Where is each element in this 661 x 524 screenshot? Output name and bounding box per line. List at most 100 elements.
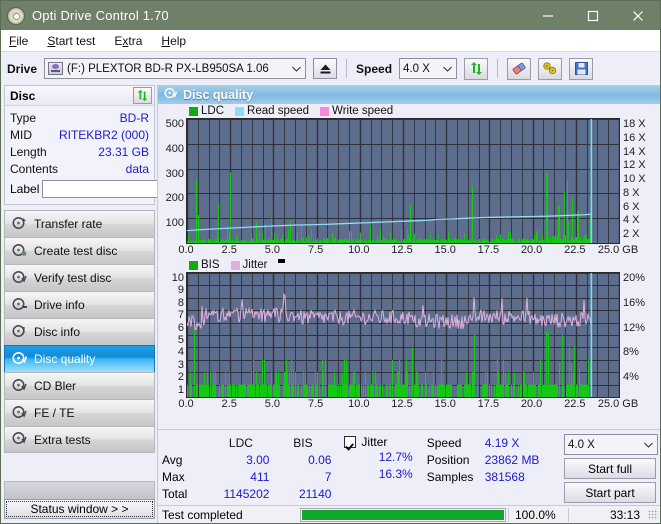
axis-tick-label: 2.5 bbox=[221, 398, 237, 410]
sidebar-item-disc-quality[interactable]: Disc quality bbox=[4, 345, 155, 372]
title-bar: Opti Drive Control 1.70 bbox=[1, 1, 660, 30]
progress-percent: 100.0% bbox=[508, 507, 568, 522]
bis-x-axis: 0.0 2.5 5.0 7.5 10.0 12.5 15.0 17.5 20.0 22.5 25.0… bbox=[158, 398, 660, 412]
actions-column: 4.0 X Start full Start part bbox=[560, 434, 658, 503]
speed-label: Speed bbox=[426, 435, 462, 450]
start-part-button[interactable]: Start part bbox=[564, 482, 656, 503]
axis-tick-label: 15.0 bbox=[434, 398, 456, 410]
tools-icon[interactable] bbox=[538, 57, 563, 80]
samples-value: 381568 bbox=[484, 469, 525, 484]
sidebar-item-label: Transfer rate bbox=[34, 217, 103, 231]
menu-bar: File Start test Extra Help bbox=[1, 30, 660, 52]
legend-swatch-read-speed bbox=[235, 106, 245, 116]
legend-label-write-speed: Write speed bbox=[332, 105, 394, 117]
bis-chart-legend: BIS Jitter bbox=[158, 258, 660, 272]
status-window-area: Status window > > bbox=[4, 481, 155, 519]
ldc-plot-wrap: 500 400 300 200 100 18 X 16 X 14 X 12 X 10 X8 X6… bbox=[158, 118, 660, 244]
refresh-icon[interactable] bbox=[464, 57, 489, 80]
samples-label: Samples bbox=[426, 469, 474, 484]
disc-label-key: Label bbox=[10, 182, 40, 196]
chevron-down-icon bbox=[288, 59, 305, 78]
divider bbox=[346, 59, 348, 78]
menu-item-help[interactable]: Help bbox=[161, 34, 186, 48]
legend-item-bis: BIS bbox=[189, 259, 220, 271]
menu-item-extra[interactable]: Extra bbox=[114, 34, 142, 48]
status-window-button[interactable]: Status window > > bbox=[4, 499, 155, 519]
resize-grip-icon[interactable] bbox=[648, 509, 658, 520]
ldc-plot-area[interactable] bbox=[186, 118, 620, 244]
menu-item-file[interactable]: File bbox=[9, 34, 28, 48]
axis-tick-label: 5.0 bbox=[264, 398, 281, 410]
jitter-column: Jitter 12.7% 16.3% bbox=[336, 434, 426, 503]
table-row: Avg 3.00 0.06 bbox=[162, 451, 336, 468]
ldc-x-axis: 0.0 2.5 5.0 7.5 10.0 12.5 15.0 17.5 20.0 22.5 25.0… bbox=[158, 244, 660, 258]
stats-row-label-total: Total bbox=[162, 487, 188, 502]
stats-avg-ldc: 3.00 bbox=[246, 452, 270, 467]
status-bar: Test completed 100.0% 33:13 bbox=[158, 505, 660, 523]
drive-select-value: (F:) PLEXTOR BD-R PX-LB950SA 1.06 bbox=[67, 62, 269, 75]
sidebar-item-extra-tests[interactable]: Extra tests bbox=[4, 426, 155, 453]
disc-icon bbox=[7, 6, 25, 25]
divider bbox=[497, 59, 499, 78]
legend-item-write-speed: Write speed bbox=[320, 105, 393, 117]
legend-swatch-jitter bbox=[230, 260, 240, 270]
drive-select[interactable]: (F:) PLEXTOR BD-R PX-LB950SA 1.06 bbox=[44, 58, 307, 79]
disc-info-icon bbox=[12, 324, 27, 341]
sidebar: Disc Type BD-R MID RITEKBR2 (000) Length… bbox=[1, 85, 245, 523]
speed-select[interactable]: 4.0 X bbox=[399, 58, 458, 79]
disc-drive-icon bbox=[12, 297, 27, 314]
menu-item-start-test[interactable]: Start test bbox=[47, 34, 95, 48]
sidebar-item-label: Drive info bbox=[34, 298, 85, 312]
application-window: Opti Drive Control 1.70 File Start test … bbox=[0, 0, 661, 524]
sidebar-item-cd-bler[interactable]: CD Bler bbox=[4, 372, 155, 399]
sidebar-item-verify-test-disc[interactable]: Verify test disc bbox=[4, 264, 155, 291]
axis-tick-label: 12.5 bbox=[391, 244, 413, 256]
refresh-icon[interactable] bbox=[133, 87, 152, 104]
stats-row-label-avg: Avg bbox=[162, 452, 183, 467]
stats-avg-bis: 0.06 bbox=[308, 452, 332, 467]
axis-tick-label: 5.0 bbox=[264, 244, 281, 256]
axis-tick-label: 25.0 GB bbox=[597, 398, 639, 410]
axis-tick-label: 2.5 bbox=[221, 244, 237, 256]
sidebar-item-label: Disc quality bbox=[34, 352, 96, 366]
bis-plot-area[interactable] bbox=[186, 272, 620, 398]
sidebar-item-label: Extra tests bbox=[34, 432, 91, 447]
legend-swatch-ldc bbox=[189, 106, 198, 116]
jitter-max-value: 16.3% bbox=[378, 467, 413, 481]
sidebar-item-transfer-rate[interactable]: Transfer rate bbox=[4, 210, 155, 237]
position-value: 23862 MB bbox=[484, 452, 540, 467]
close-icon[interactable] bbox=[615, 1, 660, 30]
bis-y2-axis: 20% 16% 12% 8% 4% bbox=[623, 272, 646, 384]
sidebar-item-label: CD Bler bbox=[34, 379, 77, 393]
bis-plot-series bbox=[187, 273, 619, 397]
disc-row-type: Type BD-R bbox=[10, 109, 149, 126]
sidebar-item-drive-info[interactable]: Drive info bbox=[4, 291, 155, 318]
start-full-button[interactable]: Start full bbox=[564, 458, 656, 479]
sidebar-item-disc-info[interactable]: Disc info bbox=[4, 318, 155, 345]
disc-row-type-key: Type bbox=[10, 110, 37, 125]
minimize-icon[interactable] bbox=[525, 1, 570, 30]
jitter-checkbox[interactable] bbox=[344, 436, 357, 448]
legend-item-jitter: Jitter bbox=[230, 259, 267, 271]
save-icon[interactable] bbox=[569, 57, 594, 80]
sidebar-item-fe-te[interactable]: FE / TE bbox=[4, 399, 155, 426]
ldc-chart-legend: LDC Read speed Write speed bbox=[158, 104, 660, 118]
test-speed-select[interactable]: 4.0 X bbox=[564, 434, 658, 455]
jitter-toggle-row[interactable]: Jitter bbox=[344, 434, 426, 450]
eject-button[interactable] bbox=[313, 58, 338, 79]
jitter-label: Jitter bbox=[361, 435, 388, 449]
stats-table: LDC BIS Avg 3.00 0.06 Max 411 7 Total 11… bbox=[162, 434, 336, 503]
sidebar-item-create-test-disc[interactable]: Create test disc bbox=[4, 237, 155, 264]
disc-row-contents-value: data bbox=[125, 161, 149, 176]
speed-select-value: 4.0 X bbox=[403, 62, 430, 75]
position-label: Position bbox=[426, 452, 470, 467]
eraser-icon[interactable] bbox=[507, 57, 532, 80]
disc-row-mid: MID RITEKBR2 (000) bbox=[10, 126, 149, 143]
axis-tick-label: 20.0 bbox=[520, 244, 543, 256]
charts-container: LDC Read speed Write speed 500 400 300 200 1… bbox=[158, 104, 660, 429]
maximize-icon[interactable] bbox=[570, 1, 615, 30]
table-row: Total 1145202 21140 bbox=[162, 486, 336, 503]
speed-label: Speed bbox=[356, 61, 393, 76]
ldc-plot-series bbox=[187, 119, 619, 243]
legend-label-read-speed: Read speed bbox=[247, 105, 310, 117]
